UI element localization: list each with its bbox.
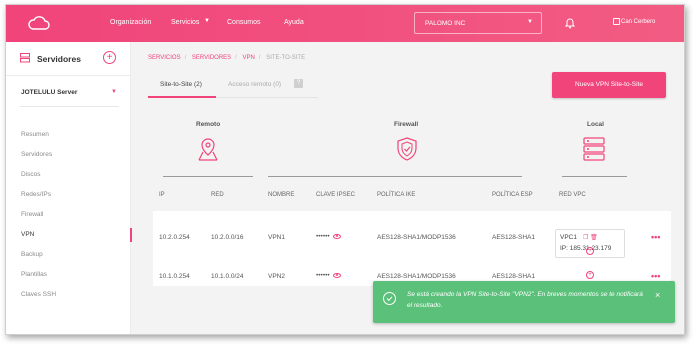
cell-ike: AES128-SHA1/MODP1536 xyxy=(377,234,456,241)
cell-nombre: VPN1 xyxy=(268,234,285,241)
cell-clave: •••••• xyxy=(316,272,341,279)
cell-esp: AES128-SHA1 xyxy=(492,273,535,280)
nav-ayuda[interactable]: Ayuda xyxy=(284,19,304,26)
eye-icon[interactable] xyxy=(332,233,341,239)
sidebar-title: Servidores xyxy=(37,54,81,64)
cell-ike: AES128-SHA1/MODP1536 xyxy=(377,273,456,280)
broken-image-icon xyxy=(613,18,620,25)
cell-esp: AES128-SHA1 xyxy=(492,234,535,241)
nav-consumos[interactable]: Consumos xyxy=(227,19,260,26)
table-header: IP RED NOMBRE CLAVE IPSEC POLÍTICA IKE P… xyxy=(132,192,684,204)
help-icon[interactable]: ? xyxy=(294,79,303,88)
cell-nombre: VPN2 xyxy=(268,273,285,280)
sidebar-item-firewall[interactable]: Firewall xyxy=(6,205,131,225)
more-options-icon[interactable]: ••• xyxy=(651,271,660,281)
column-header: POLÍTICA ESP xyxy=(492,192,533,198)
organization-select[interactable]: PALOMO INC ▼ xyxy=(414,12,542,34)
sidebar-item-claves-ssh[interactable]: Claves SSH xyxy=(6,285,131,305)
column-header: IP xyxy=(159,192,165,198)
cell-clave: •••••• xyxy=(316,233,341,240)
tab-acceso-remoto[interactable]: Acceso remoto (0) xyxy=(228,81,281,88)
divider xyxy=(20,106,119,107)
masked-key: •••••• xyxy=(316,272,330,279)
server-stack-icon xyxy=(583,137,605,161)
chevron-down-icon[interactable]: ▼ xyxy=(111,89,117,95)
cell-red: 10.2.0.0/16 xyxy=(211,234,244,241)
sidebar-item-discos[interactable]: Discos xyxy=(6,165,131,185)
server-icon xyxy=(20,53,30,63)
diagram-label-firewall: Firewall xyxy=(394,121,419,128)
cell-red: 10.1.0.0/24 xyxy=(211,273,244,280)
nav-servicios[interactable]: Servicios xyxy=(171,19,199,26)
cell-ip: 10.2.0.254 xyxy=(159,234,190,241)
column-header: RED VPC xyxy=(559,192,586,198)
new-vpn-button[interactable]: Nueva VPN Site-to-Site xyxy=(552,72,666,98)
sidebar-menu: Resumen Servidores Discos Redes/IPs Fire… xyxy=(6,125,132,305)
breadcrumb-vpn[interactable]: VPN xyxy=(243,55,255,61)
column-header: NOMBRE xyxy=(268,192,295,198)
vpn-diagram: Remoto Firewall Local xyxy=(132,112,684,182)
app-window: Organización Servicios ▼ Consumos Ayuda … xyxy=(5,4,685,335)
check-circle-icon xyxy=(383,292,396,305)
eye-icon[interactable] xyxy=(332,272,341,278)
sidebar-item-redes[interactable]: Redes/IPs xyxy=(6,185,131,205)
add-vpc-icon[interactable]: + xyxy=(586,247,594,255)
column-header: RED xyxy=(211,192,224,198)
user-avatar[interactable]: Can Cerbero xyxy=(613,18,655,25)
vpc-actions: ❐ 🗑 xyxy=(583,234,598,241)
sidebar-item-vpn[interactable]: VPN xyxy=(6,225,132,245)
chevron-down-icon[interactable]: ▼ xyxy=(204,18,210,24)
active-tab-indicator xyxy=(148,96,216,98)
breadcrumb: SERVICIOS / SERVIDORES / VPN / SITE-TO-SITE xyxy=(148,55,306,61)
copy-icon[interactable]: ❐ xyxy=(583,235,588,241)
map-pin-icon xyxy=(198,138,218,161)
sidebar-item-backup[interactable]: Backup xyxy=(6,245,131,265)
table-row: 10.2.0.254 10.2.0.0/16 VPN1 •••••• AES12… xyxy=(153,226,671,258)
bell-icon[interactable] xyxy=(565,17,575,29)
sidebar-item-plantillas[interactable]: Plantillas xyxy=(6,265,131,285)
toast-message: Se está creando la VPN Site-to-Site "VPN… xyxy=(407,291,643,309)
sidebar-item-servidores[interactable]: Servidores xyxy=(6,145,131,165)
column-header: CLAVE IPSEC xyxy=(316,192,355,198)
breadcrumb-servicios[interactable]: SERVICIOS xyxy=(148,55,181,61)
vpc-name: VPC1 xyxy=(560,234,577,241)
organization-select-value: PALOMO INC xyxy=(425,20,466,27)
diagram-connector-remote xyxy=(163,176,253,177)
column-header: POLÍTICA IKE xyxy=(377,192,416,198)
trash-icon[interactable]: 🗑 xyxy=(590,235,598,241)
top-navbar: Organización Servicios ▼ Consumos Ayuda … xyxy=(6,5,684,42)
more-options-icon[interactable]: ••• xyxy=(651,232,660,242)
vpn-table: 10.2.0.254 10.2.0.0/16 VPN1 •••••• AES12… xyxy=(153,211,671,286)
tab-site-to-site[interactable]: Site-to-Site (2) xyxy=(160,81,202,88)
diagram-label-remote: Remoto xyxy=(196,121,221,128)
sidebar-header: Servidores + xyxy=(6,42,131,76)
success-toast: Se está creando la VPN Site-to-Site "VPN… xyxy=(373,281,675,323)
diagram-label-local: Local xyxy=(587,121,604,128)
chevron-down-icon: ▼ xyxy=(527,19,533,25)
diagram-connector-firewall xyxy=(268,176,522,177)
cloud-icon[interactable] xyxy=(28,16,50,30)
sidebar-item-resumen[interactable]: Resumen xyxy=(6,125,131,145)
plus-icon[interactable]: + xyxy=(103,51,116,64)
shield-icon xyxy=(397,137,417,161)
breadcrumb-servidores[interactable]: SERVIDORES xyxy=(192,55,231,61)
nav-organizacion[interactable]: Organización xyxy=(110,19,151,26)
breadcrumb-current: SITE-TO-SITE xyxy=(266,55,306,61)
close-icon[interactable]: × xyxy=(655,290,660,300)
diagram-connector-local xyxy=(562,176,627,177)
server-select[interactable]: JOTELULU Server xyxy=(21,89,77,96)
tab-bar: Site-to-Site (2) Acceso remoto (0) ? xyxy=(148,76,318,98)
cell-ip: 10.1.0.254 xyxy=(159,273,190,280)
masked-key: •••••• xyxy=(316,233,330,240)
avatar-alt-text: Can Cerbero xyxy=(621,18,656,25)
add-vpc-icon[interactable]: + xyxy=(586,271,594,279)
sidebar: Servidores + JOTELULU Server ▼ Resumen S… xyxy=(6,42,132,334)
